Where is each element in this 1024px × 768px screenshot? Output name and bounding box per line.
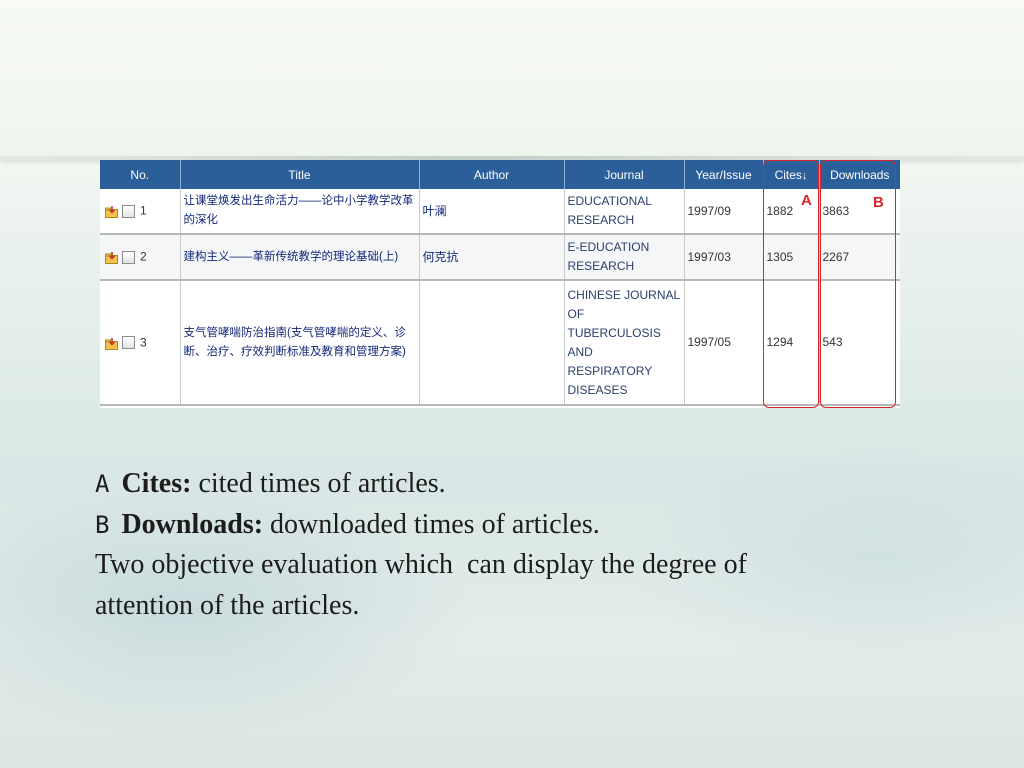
caption-line-downloads: B Downloads: downloaded times of articles… — [95, 505, 915, 546]
col-header-year-issue[interactable]: Year/Issue — [684, 160, 764, 189]
caption-line-cites: A Cites: cited times of articles. — [95, 464, 915, 505]
row-number-cell: 3 — [100, 280, 181, 406]
caption-term-cites: Cites: — [121, 468, 192, 499]
row-select-checkbox[interactable] — [122, 336, 135, 350]
caption-line-summary: Two objective evaluation which can displ… — [95, 549, 747, 580]
year-issue-value: 1997/09 — [684, 189, 764, 235]
col-header-author[interactable]: Author — [419, 160, 565, 189]
article-title-link[interactable]: 建构主义——革新传统教学的理论基础(上) — [180, 234, 420, 281]
row-number-cell: 1 — [100, 189, 181, 235]
caption-letter-b: B — [95, 510, 110, 539]
author-link[interactable]: 何克抗 — [419, 234, 565, 281]
caption-line-summary-cont: attention of the articles. — [95, 589, 360, 621]
slide-caption: A Cites: cited times of articles. B Downlo… — [95, 464, 915, 626]
journal-link[interactable]: EDUCATIONAL RESEARCH — [564, 189, 685, 235]
row-number: 1 — [140, 203, 147, 218]
row-number: 3 — [140, 335, 147, 350]
article-title-link[interactable]: 让课堂焕发出生命活力——论中小学教学改革的深化 — [180, 189, 420, 235]
author-link[interactable] — [419, 280, 565, 406]
caption-text-cites: cited times of articles. — [191, 468, 446, 499]
slide-title-area — [0, 0, 1024, 158]
row-number-cell: 2 — [100, 234, 181, 281]
year-issue-value: 1997/05 — [684, 280, 764, 406]
save-to-folder-icon[interactable] — [105, 337, 119, 350]
row-select-checkbox[interactable] — [122, 250, 135, 264]
col-header-journal[interactable]: Journal — [564, 160, 685, 189]
col-header-title[interactable]: Title — [180, 160, 420, 189]
marker-b: B — [873, 194, 884, 211]
year-issue-value: 1997/03 — [684, 234, 764, 281]
row-number: 2 — [140, 249, 147, 264]
journal-link[interactable]: CHINESE JOURNAL OF TUBERCULOSIS AND RESP… — [564, 280, 685, 406]
downloads-column-highlight — [820, 160, 896, 408]
author-link[interactable]: 叶澜 — [419, 189, 565, 235]
caption-term-downloads: Downloads: — [121, 508, 264, 540]
caption-letter-a: A — [95, 470, 110, 498]
col-header-no[interactable]: No. — [100, 160, 181, 189]
save-to-folder-icon[interactable] — [105, 251, 119, 265]
save-to-folder-icon[interactable] — [105, 205, 119, 219]
article-title-link[interactable]: 支气管哮喘防治指南(支气管哮喘的定义、诊断、治疗、疗效判断标准及教育和管理方案) — [180, 280, 420, 406]
row-select-checkbox[interactable] — [122, 204, 135, 218]
marker-a: A — [801, 192, 812, 209]
caption-text-downloads: downloaded times of articles. — [263, 508, 600, 540]
journal-link[interactable]: E-EDUCATION RESEARCH — [564, 234, 685, 281]
